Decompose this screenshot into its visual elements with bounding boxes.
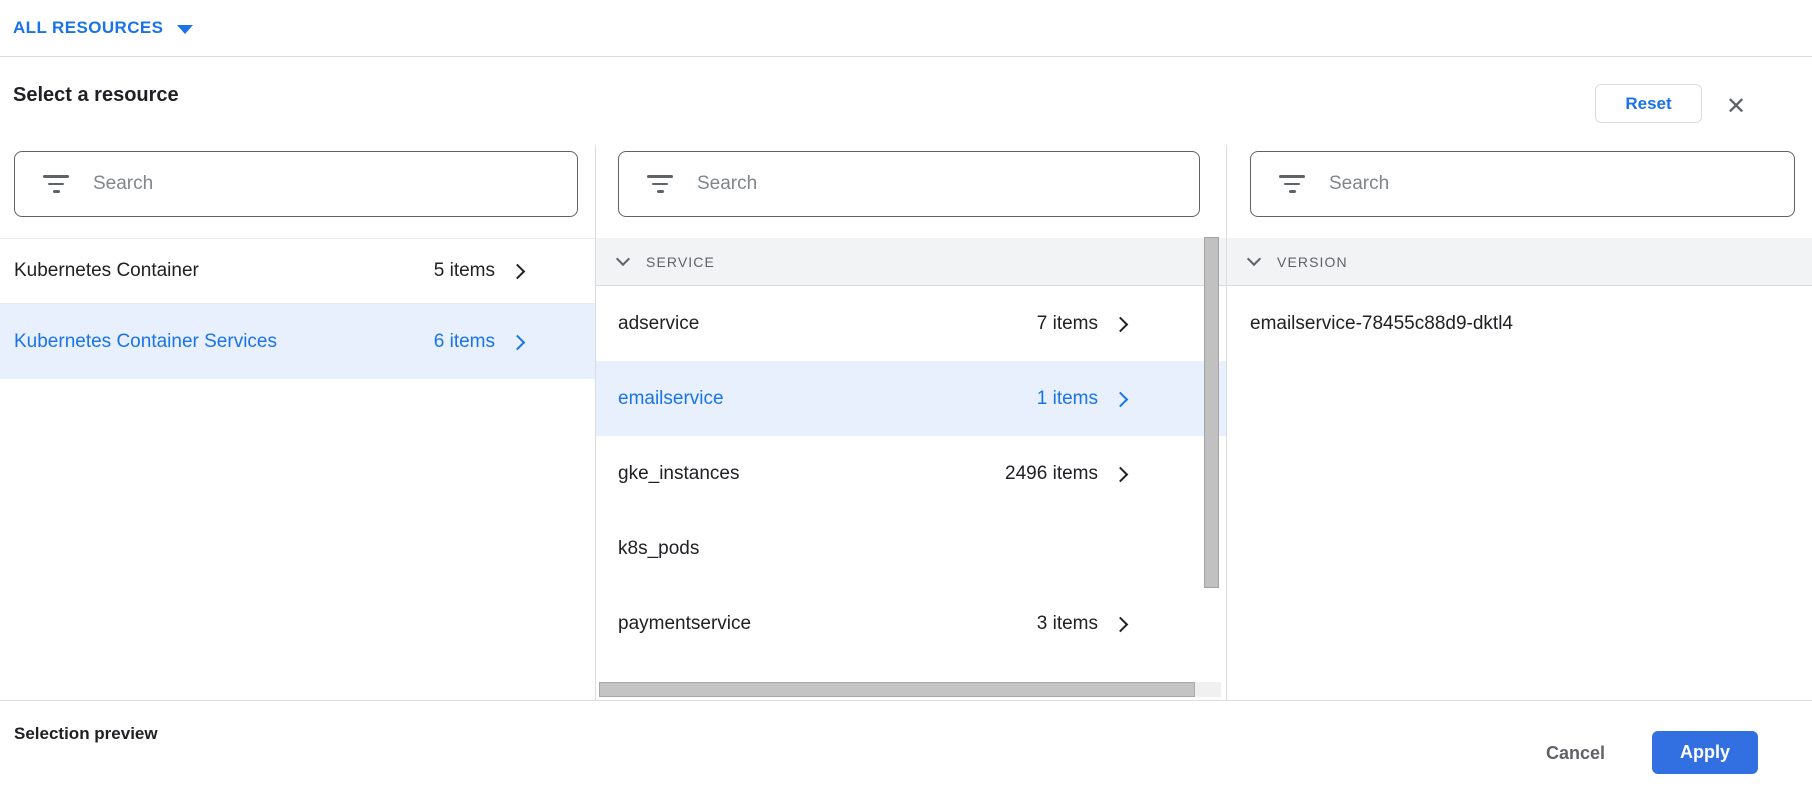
list-item[interactable]: emailservice-78455c88d9-dktl4 [1227,286,1812,361]
version-search [1250,151,1795,217]
version-column-header[interactable]: VERSION [1227,238,1812,286]
resource-picker-dialog: ALL RESOURCES Select a resource Reset ✕ … [0,0,1812,800]
items-group: 7 items [1037,313,1126,335]
reset-button[interactable]: Reset [1595,84,1702,123]
filter-icon [43,175,69,193]
apply-button[interactable]: Apply [1652,731,1758,774]
footer-divider [0,700,1812,701]
items-count: 1 items [1037,388,1098,410]
search-input[interactable] [1329,173,1780,195]
chevron-right-icon [510,334,526,350]
resource-type-list: Kubernetes Container 5 items Kubernetes … [0,238,595,379]
close-icon[interactable]: ✕ [1720,90,1752,122]
service-label: paymentservice [618,613,751,635]
cancel-button[interactable]: Cancel [1528,736,1623,770]
page-title: Select a resource [13,84,179,107]
all-resources-label: ALL RESOURCES [13,18,163,38]
chevron-right-icon [1113,391,1129,407]
version-list: emailservice-78455c88d9-dktl4 [1227,286,1812,361]
list-item-selected[interactable]: emailservice 1 items [596,361,1226,436]
column-divider [1226,145,1227,700]
items-group: 5 items [434,260,523,282]
chevron-right-icon [1113,616,1129,632]
service-list: adservice 7 items emailservice 1 items g… [596,286,1226,661]
list-item[interactable]: adservice 7 items [596,286,1226,361]
search-input[interactable] [697,173,1185,195]
all-resources-dropdown[interactable]: ALL RESOURCES [13,18,193,38]
items-count: 2496 items [1005,463,1098,485]
items-group: 6 items [434,331,523,353]
chevron-down-icon [1247,252,1261,266]
items-count: 5 items [434,260,495,282]
chevron-right-icon [1113,466,1129,482]
caret-down-icon [177,25,193,34]
list-item-selected[interactable]: Kubernetes Container Services 6 items [0,304,595,379]
items-count: 3 items [1037,613,1098,635]
filter-icon [1279,175,1305,193]
resource-type-label: Kubernetes Container [14,260,199,282]
list-item[interactable]: k8s_pods [596,511,1226,586]
column-header-label: SERVICE [646,254,715,270]
service-search [618,151,1200,217]
resource-type-search [14,151,578,217]
version-label: emailservice-78455c88d9-dktl4 [1250,313,1513,335]
service-label: k8s_pods [618,538,699,560]
chevron-down-icon [616,252,630,266]
vertical-scrollbar[interactable] [1204,237,1219,588]
service-label: emailservice [618,388,724,410]
items-group: 1 items [1037,388,1126,410]
items-count: 6 items [434,331,495,353]
selection-preview-label: Selection preview [14,724,158,744]
top-bar: ALL RESOURCES [0,0,1812,57]
filter-icon [647,175,673,193]
search-input[interactable] [93,173,563,195]
list-item[interactable]: paymentservice 3 items [596,586,1226,661]
horizontal-scrollbar-track [599,682,1221,697]
chevron-right-icon [1113,316,1129,332]
items-group: 3 items [1037,613,1126,635]
items-count: 7 items [1037,313,1098,335]
list-item[interactable]: Kubernetes Container 5 items [0,239,595,304]
column-header-label: VERSION [1277,254,1348,270]
service-column-header[interactable]: SERVICE [596,238,1226,286]
chevron-right-icon [510,264,526,280]
items-group: 2496 items [1005,463,1126,485]
service-label: gke_instances [618,463,739,485]
list-item[interactable]: gke_instances 2496 items [596,436,1226,511]
resource-type-label: Kubernetes Container Services [14,331,277,353]
service-label: adservice [618,313,699,335]
horizontal-scrollbar[interactable] [599,682,1195,697]
